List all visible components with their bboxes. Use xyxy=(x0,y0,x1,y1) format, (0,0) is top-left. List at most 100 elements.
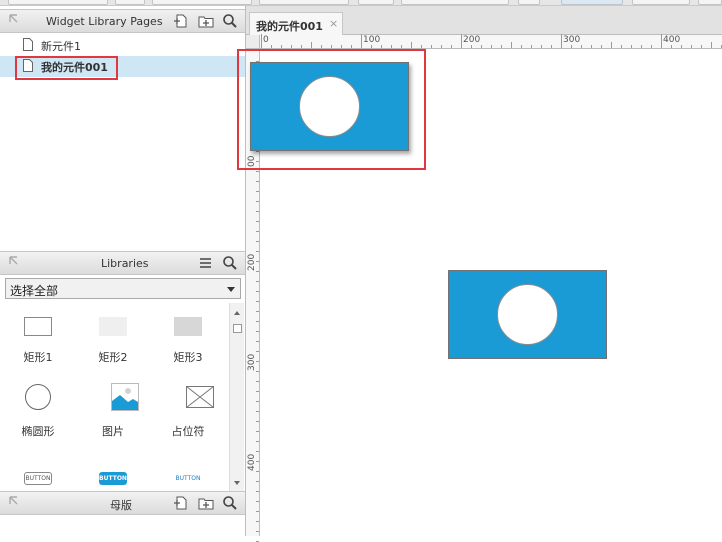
design-canvas[interactable] xyxy=(237,49,722,536)
library-item-rectangle-1[interactable]: 矩形1 xyxy=(0,303,76,373)
rectangle-gray-icon xyxy=(174,317,202,336)
ruler-tick xyxy=(256,481,259,482)
toolbar-button[interactable] xyxy=(698,0,722,5)
library-select[interactable]: 选择全部 xyxy=(5,278,241,299)
library-item-button[interactable]: BUTTON xyxy=(0,463,76,489)
library-item-link-button[interactable]: BUTTON xyxy=(150,463,226,489)
ruler-tick xyxy=(351,45,352,48)
libraries-panel-title: Libraries xyxy=(101,257,149,270)
ruler-tick xyxy=(301,45,302,48)
ruler-tick xyxy=(256,371,259,372)
menu-icon[interactable] xyxy=(198,255,214,271)
search-icon[interactable] xyxy=(222,255,238,271)
close-icon[interactable]: × xyxy=(329,17,338,30)
ruler-tick xyxy=(261,34,262,48)
widget-circle[interactable] xyxy=(497,284,558,345)
ruler-tick xyxy=(631,45,632,48)
page-item[interactable]: 新元件1 xyxy=(0,35,245,56)
library-scrollbar[interactable] xyxy=(229,303,244,493)
ruler-tick xyxy=(691,45,692,48)
ruler-tick xyxy=(256,181,259,182)
ruler-tick xyxy=(411,42,412,48)
ruler-tick xyxy=(281,45,282,48)
library-item-image[interactable]: 图片 xyxy=(75,377,151,447)
ruler-tick xyxy=(256,241,259,242)
ruler-tick xyxy=(256,211,259,212)
toolbar-button[interactable] xyxy=(561,0,623,5)
ruler-tick xyxy=(256,201,259,202)
add-page-icon[interactable] xyxy=(173,13,189,29)
ruler-tick xyxy=(256,491,259,492)
ruler-tick xyxy=(256,421,259,422)
ruler-tick xyxy=(641,45,642,48)
ruler-tick xyxy=(431,45,432,48)
toolbar-button[interactable] xyxy=(259,0,349,5)
ruler-tick xyxy=(421,45,422,48)
scroll-up-icon[interactable] xyxy=(234,311,240,315)
collapse-arrow-icon[interactable] xyxy=(9,496,21,508)
ruler-tick xyxy=(256,341,259,342)
ruler-tick xyxy=(471,45,472,48)
ruler-tick xyxy=(331,45,332,48)
library-item-label: 椭圆形 xyxy=(21,425,55,438)
ruler-label: 300 xyxy=(247,353,257,371)
ruler-tick xyxy=(701,45,702,48)
widget-rectangle[interactable] xyxy=(448,270,607,359)
ruler-tick xyxy=(256,391,259,392)
image-icon xyxy=(111,383,139,411)
ruler-tick xyxy=(256,231,259,232)
library-item-label: 占位符 xyxy=(171,425,205,438)
ruler-tick xyxy=(256,251,259,252)
page-label: 新元件1 xyxy=(41,40,81,53)
toolbar-button[interactable] xyxy=(152,0,252,5)
ruler-tick xyxy=(256,311,259,312)
ruler-tick xyxy=(661,34,662,48)
toolbar-button[interactable] xyxy=(518,0,540,5)
ruler-tick xyxy=(541,45,542,48)
ruler-tick xyxy=(256,401,259,402)
library-item-label: 图片 xyxy=(102,425,124,438)
library-item-rectangle-2[interactable]: 矩形2 xyxy=(75,303,151,373)
ruler-tick xyxy=(521,45,522,48)
library-item-rectangle-3[interactable]: 矩形3 xyxy=(150,303,226,373)
ruler-label: 400 xyxy=(663,35,681,45)
ruler-tick xyxy=(256,261,259,262)
scroll-down-icon[interactable] xyxy=(234,481,240,485)
toolbar-button[interactable] xyxy=(632,0,690,5)
ruler-tick xyxy=(361,34,362,48)
ruler-tick xyxy=(651,45,652,48)
ruler-tick xyxy=(256,301,259,302)
tab-my-widget-001[interactable]: 我的元件001 × xyxy=(249,12,343,36)
library-item-placeholder[interactable]: 占位符 xyxy=(150,377,226,447)
left-pane: Widget Library Pages 新元件1 我的元件001 Librar… xyxy=(0,6,246,536)
search-icon[interactable] xyxy=(222,13,238,29)
toolbar-button[interactable] xyxy=(115,0,145,5)
collapse-arrow-icon[interactable] xyxy=(9,14,21,26)
toolbar-button[interactable] xyxy=(358,0,394,5)
ruler-tick xyxy=(681,45,682,48)
ruler-label: 100 xyxy=(363,35,381,45)
ruler-tick xyxy=(256,171,259,172)
ruler-tick xyxy=(491,45,492,48)
button-outline-icon: BUTTON xyxy=(24,472,52,485)
library-item-ellipse[interactable]: 椭圆形 xyxy=(0,377,76,447)
add-folder-icon[interactable] xyxy=(198,495,214,511)
library-item-primary-button[interactable]: BUTTON xyxy=(75,463,151,489)
ruler-tick xyxy=(321,45,322,48)
ruler-tick xyxy=(311,42,312,48)
add-master-icon[interactable] xyxy=(173,495,189,511)
ruler-tick xyxy=(561,34,562,48)
library-item-label: 矩形1 xyxy=(23,351,53,364)
toolbar-button[interactable] xyxy=(8,0,108,5)
scrollbar-thumb[interactable] xyxy=(233,324,242,333)
toolbar-button[interactable] xyxy=(401,0,509,5)
search-icon[interactable] xyxy=(222,495,238,511)
ruler-tick xyxy=(256,461,259,462)
ruler-tick xyxy=(341,45,342,48)
ruler-tick xyxy=(671,45,672,48)
ruler-tick xyxy=(256,521,259,522)
add-folder-icon[interactable] xyxy=(198,13,214,29)
ruler-tick xyxy=(256,471,259,472)
collapse-arrow-icon[interactable] xyxy=(9,256,21,268)
ruler-tick xyxy=(256,351,259,352)
